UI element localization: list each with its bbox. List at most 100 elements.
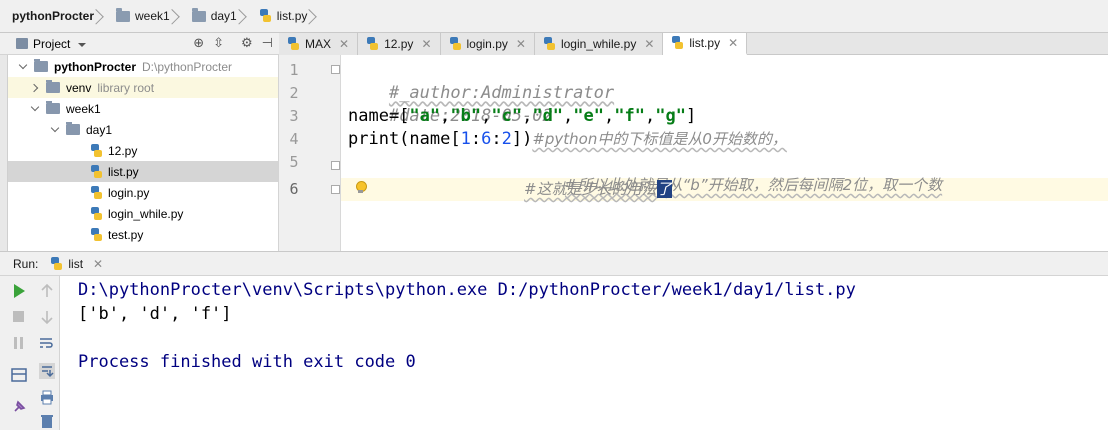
string-literal: "d"	[532, 106, 564, 126]
lightbulb-icon[interactable]	[355, 181, 367, 194]
string-literal: "a"	[409, 106, 441, 126]
code-token: ])	[511, 129, 533, 149]
line-number: 1	[289, 61, 299, 79]
code-token: ,	[440, 106, 451, 126]
tree-item-label: day1	[86, 122, 113, 137]
chevron-down-icon[interactable]	[50, 124, 62, 136]
tab-max[interactable]: MAX ✕	[279, 33, 359, 55]
tree-item-file[interactable]: list.py	[8, 161, 278, 182]
number-literal: 6	[481, 129, 492, 149]
tree-item-label: 12.py	[108, 143, 138, 158]
run-console[interactable]: D:\pythonProcter\venv\Scripts\python.exe…	[60, 276, 1108, 430]
code-editor[interactable]: 1 2 3 4 5 6 #_author:Administrator #date…	[279, 55, 1108, 251]
python-file-icon	[259, 9, 272, 23]
code-token: :	[491, 129, 502, 149]
scroll-to-end-icon[interactable]	[38, 362, 56, 380]
python-file-icon	[671, 36, 684, 50]
tree-item-file[interactable]: 12.py	[8, 140, 278, 161]
string-literal: "e"	[573, 106, 605, 126]
fold-marker-icon[interactable]	[331, 185, 340, 194]
tab-login-py[interactable]: login.py ✕	[440, 33, 535, 55]
tree-item-path: D:\pythonProcter	[142, 59, 233, 74]
tree-item-label: test.py	[108, 227, 144, 242]
breadcrumb-separator-icon	[312, 6, 320, 26]
tab-list-py[interactable]: list.py ✕	[663, 33, 748, 55]
tab-12-py[interactable]: 12.py ✕	[358, 33, 441, 55]
comment: #python中的下标值是从0开始数的，	[532, 130, 787, 148]
code-token: ,	[604, 106, 615, 126]
tree-item-label: venv	[66, 80, 92, 95]
console-line: Process finished with exit code 0	[78, 352, 416, 372]
python-file-icon	[50, 256, 63, 271]
editor-tabs: MAX ✕ 12.py ✕ login.py ✕ login_while.py …	[279, 33, 1108, 55]
run-label: Run:	[13, 256, 39, 271]
breadcrumb-separator-icon	[242, 6, 250, 26]
left-tool-strip	[0, 33, 8, 251]
chevron-down-icon[interactable]	[18, 61, 30, 73]
selected-text: 了	[656, 180, 672, 198]
close-icon[interactable]: ✕	[644, 37, 654, 51]
rerun-icon[interactable]	[10, 282, 28, 300]
number-literal: 2	[501, 129, 512, 149]
python-file-icon	[543, 37, 556, 51]
soft-wrap-icon[interactable]	[38, 334, 56, 352]
tree-item-root[interactable]: pythonProcter D:\pythonProcter	[8, 56, 278, 77]
tab-label: list.py	[689, 36, 721, 50]
editor-gutter: 1 2 3 4 5 6	[279, 55, 341, 251]
breadcrumb-day1[interactable]: day1	[189, 5, 256, 27]
locate-icon[interactable]: ⊕	[193, 35, 204, 51]
close-icon[interactable]: ✕	[728, 36, 738, 50]
line-number: 4	[289, 130, 299, 148]
close-icon[interactable]: ✕	[421, 37, 431, 51]
tree-item-label: list.py	[108, 164, 139, 179]
folder-icon	[116, 7, 131, 22]
chevron-down-icon	[78, 42, 87, 47]
print-icon[interactable]	[38, 388, 56, 406]
close-icon[interactable]: ✕	[516, 37, 526, 51]
tree-item-day1[interactable]: day1	[8, 119, 278, 140]
fold-marker-icon[interactable]	[331, 65, 340, 74]
chevron-right-icon[interactable]	[30, 82, 42, 94]
breadcrumb-week1[interactable]: week1	[113, 5, 189, 27]
breadcrumb: pythonProcter week1 day1 list.py	[0, 0, 1108, 33]
python-file-icon	[90, 143, 103, 158]
pin-icon[interactable]	[10, 398, 28, 416]
stop-icon[interactable]	[10, 308, 28, 326]
run-toolbar	[0, 276, 60, 430]
pause-icon[interactable]	[10, 334, 28, 352]
python-file-icon	[90, 227, 103, 242]
tree-item-file[interactable]: test.py	[8, 224, 278, 245]
tab-login-while-py[interactable]: login_while.py ✕	[534, 33, 664, 55]
fold-marker-icon[interactable]	[331, 161, 340, 170]
arrow-up-icon[interactable]	[38, 282, 56, 300]
folder-icon	[34, 59, 48, 72]
run-tab-list[interactable]: list ✕	[50, 256, 103, 271]
chevron-down-icon[interactable]	[30, 103, 42, 115]
project-view-selector[interactable]: Project	[16, 37, 87, 51]
close-icon[interactable]: ✕	[93, 257, 103, 271]
breadcrumb-file[interactable]: list.py	[256, 5, 327, 27]
tree-item-week1[interactable]: week1	[8, 98, 278, 119]
breadcrumb-separator-icon	[175, 6, 183, 26]
line-number: 3	[289, 107, 299, 125]
tree-item-label: login.py	[108, 185, 150, 200]
string-literal: "f"	[614, 106, 645, 126]
code-token: ]	[685, 106, 697, 126]
tree-item-file[interactable]: login_while.py	[8, 203, 278, 224]
breadcrumb-project-label: pythonProcter	[12, 9, 95, 23]
project-panel-header: Project ⊕ ⇳ ⚙ ⊣	[0, 33, 279, 55]
code-token: :	[470, 129, 482, 149]
collapse-all-icon[interactable]: ⇳	[213, 35, 224, 51]
tree-item-file[interactable]: login.py	[8, 182, 278, 203]
gear-icon[interactable]: ⚙	[241, 35, 253, 51]
arrow-down-icon[interactable]	[38, 308, 56, 326]
breadcrumb-project[interactable]: pythonProcter	[2, 5, 113, 27]
hide-panel-icon[interactable]: ⊣	[262, 35, 273, 51]
trash-icon[interactable]	[38, 412, 56, 430]
code-token: ,	[481, 106, 492, 126]
layout-icon[interactable]	[10, 366, 28, 384]
line-number: 6	[289, 180, 299, 198]
code-token: print(name[	[348, 129, 461, 149]
close-icon[interactable]: ✕	[339, 37, 349, 51]
tree-item-venv[interactable]: venv library root	[8, 77, 278, 98]
